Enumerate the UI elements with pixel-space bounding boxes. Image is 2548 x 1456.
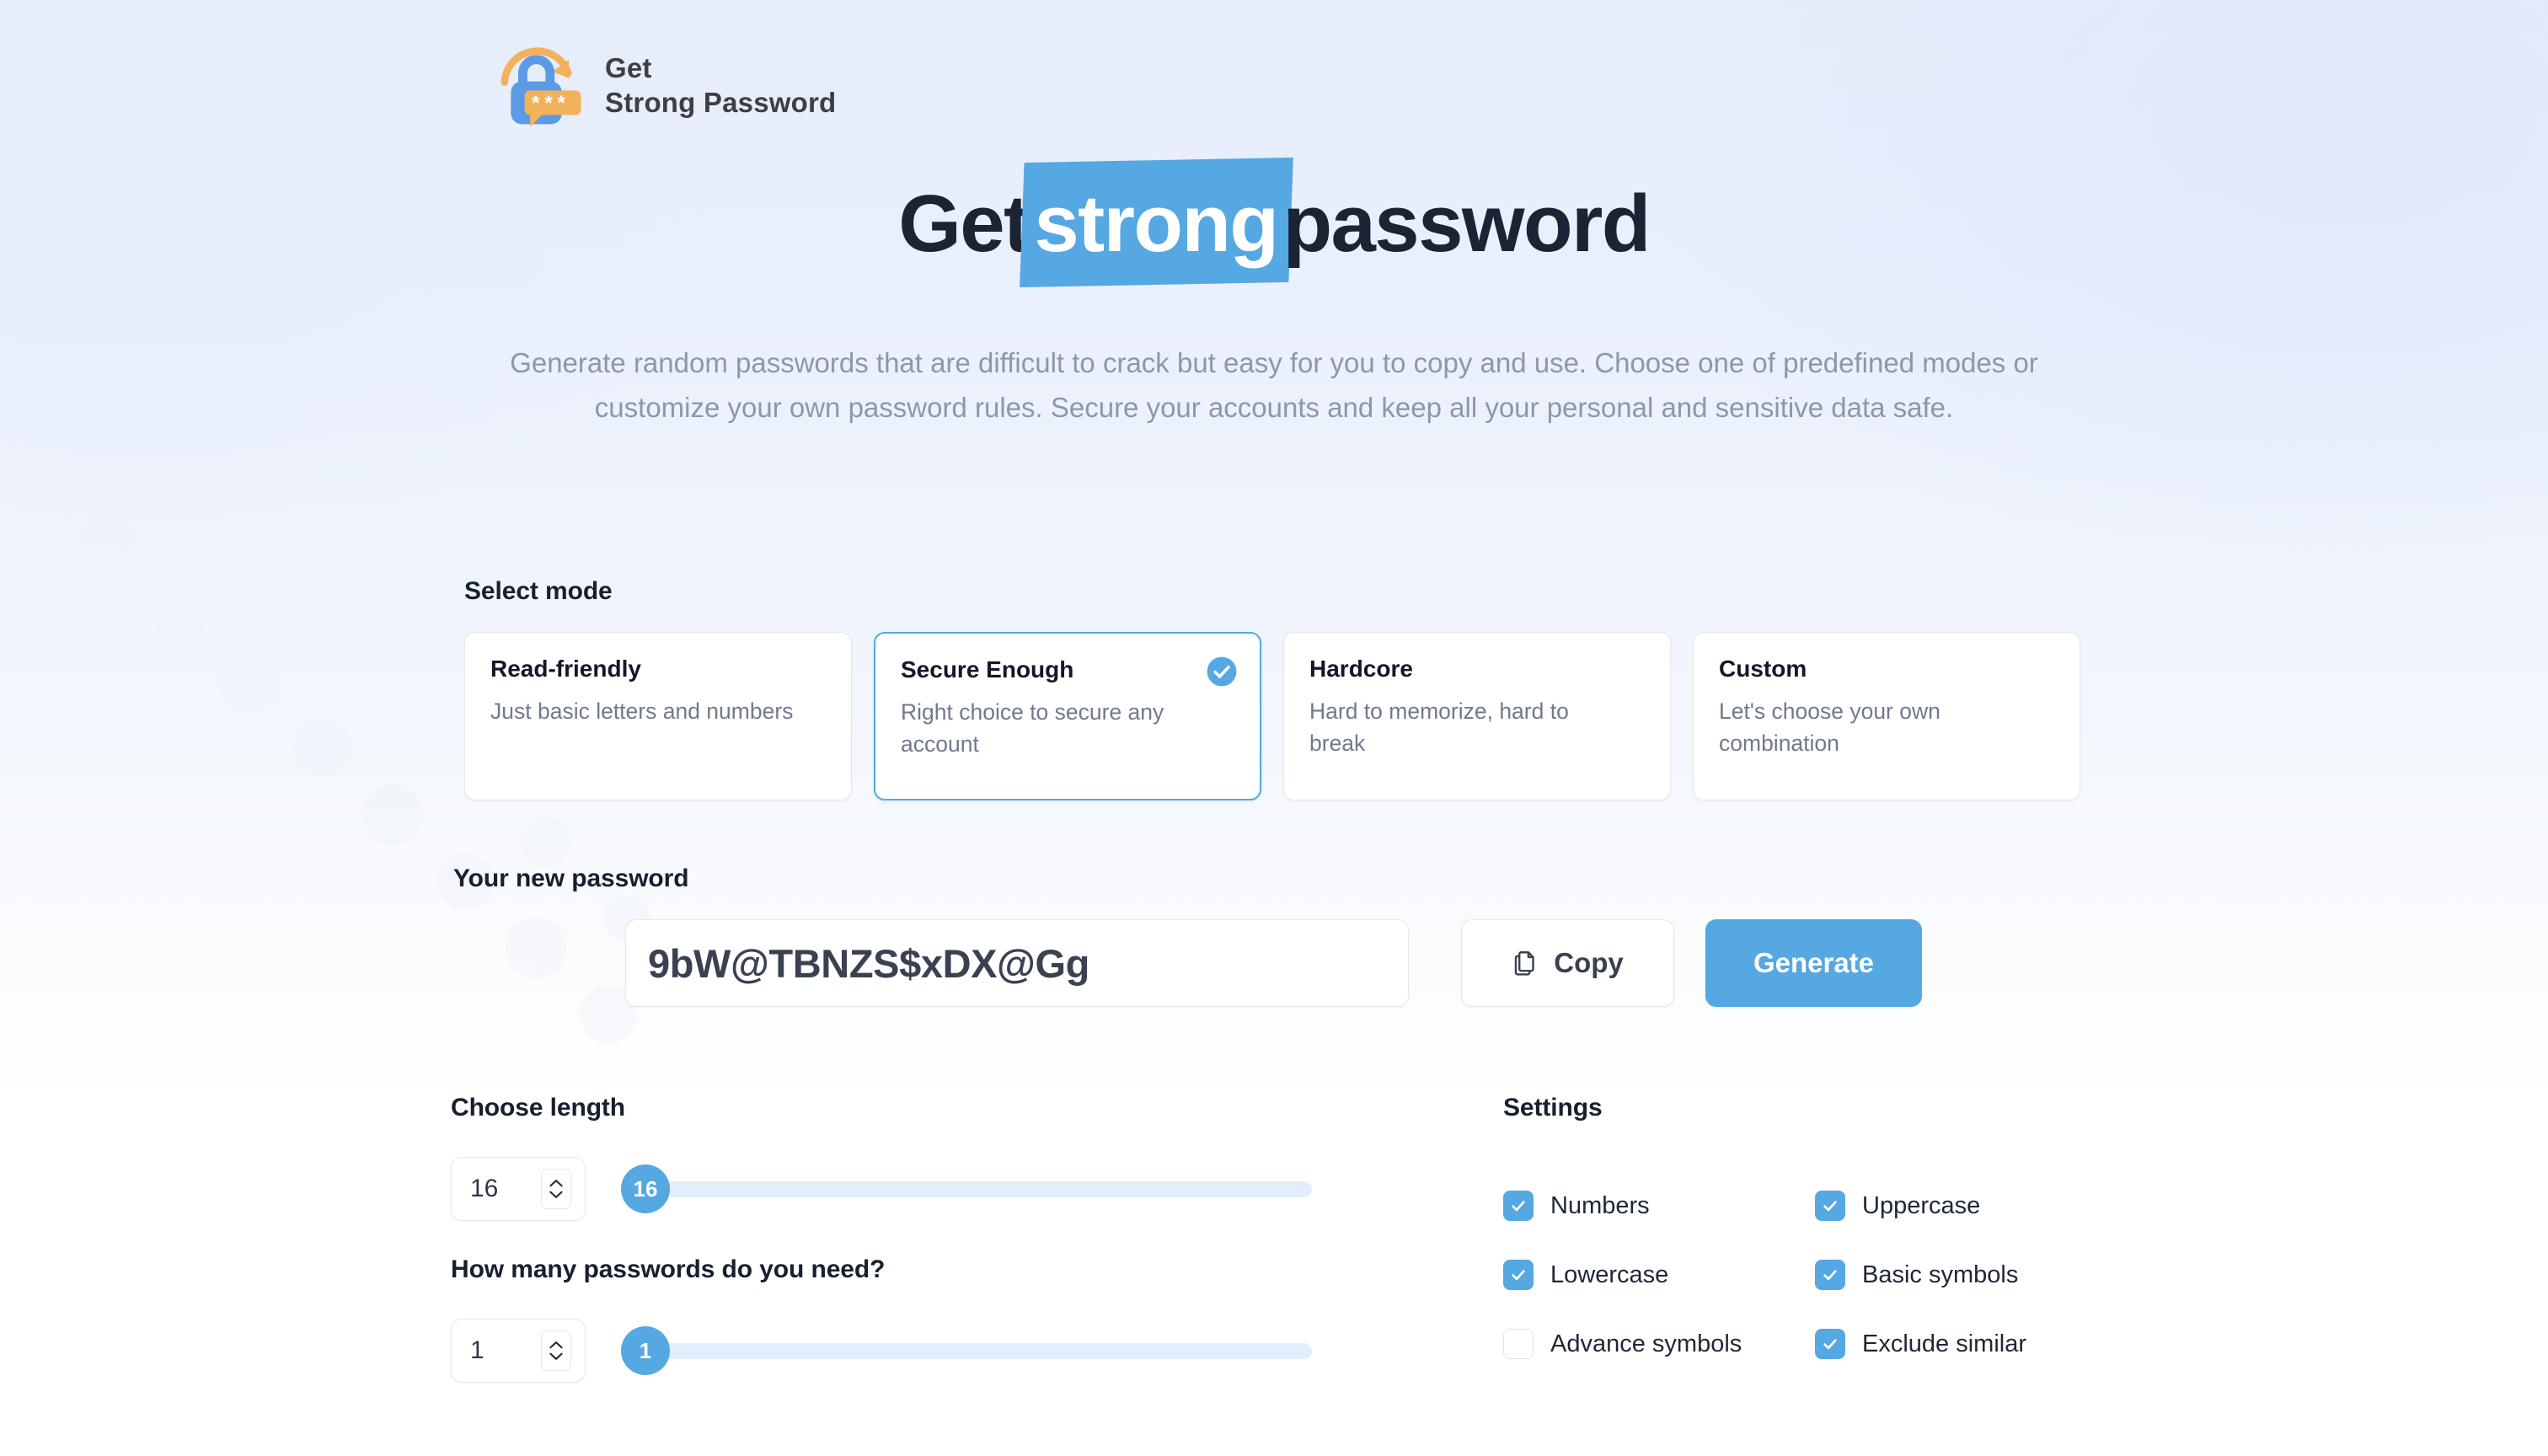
mode-card-list: Read-friendly Just basic letters and num… [464, 632, 2080, 800]
padlock-refresh-asterisks-icon: * * * [500, 47, 581, 127]
setting-exclude-similar[interactable]: Exclude similar [1815, 1329, 2127, 1359]
password-input[interactable]: 9bW@TBNZS$xDX@Gg [625, 919, 1409, 1007]
title-highlight: strong [1029, 184, 1282, 265]
select-mode-label: Select mode [464, 577, 613, 605]
check-icon [1512, 1201, 1525, 1212]
mode-description: Right choice to secure any account [901, 699, 1164, 757]
mode-name: Custom [1719, 656, 1807, 682]
password-generator-page: * * * Get Strong Password Getstrongpasswor… [0, 0, 2548, 1456]
count-slider-track[interactable] [640, 1342, 1312, 1359]
checkbox-advance-symbols[interactable] [1503, 1329, 1534, 1359]
count-control-row: 1 1 [451, 1319, 1312, 1383]
svg-text:*: * [532, 92, 540, 115]
logo-line-1: Get [605, 52, 652, 84]
mode-description: Let's choose your own combination [1719, 698, 1940, 756]
page-title: Getstrongpassword [0, 184, 2548, 265]
setting-label: Basic symbols [1862, 1261, 2019, 1288]
checkbox-lowercase[interactable] [1503, 1260, 1534, 1290]
checkbox-basic-symbols[interactable] [1815, 1260, 1845, 1290]
mode-name: Hardcore [1309, 656, 1413, 682]
svg-text:*: * [557, 92, 565, 115]
setting-label: Lowercase [1550, 1261, 1669, 1288]
check-icon [1823, 1201, 1837, 1212]
copy-button[interactable]: Copy [1461, 919, 1674, 1007]
chevron-up-icon[interactable] [549, 1179, 564, 1188]
chevron-down-icon[interactable] [549, 1352, 564, 1361]
length-number-input[interactable]: 16 [451, 1157, 586, 1221]
setting-lowercase[interactable]: Lowercase [1503, 1260, 1815, 1290]
setting-numbers[interactable]: Numbers [1503, 1191, 1815, 1221]
mode-card-secure-enough[interactable]: Secure Enough Right choice to secure any… [874, 632, 1261, 800]
check-circle-icon [1207, 656, 1237, 687]
site-logo[interactable]: * * * Get Strong Password [495, 40, 836, 131]
chevron-down-icon[interactable] [549, 1190, 564, 1199]
check-icon [1512, 1270, 1525, 1281]
your-new-password-label: Your new password [453, 864, 689, 892]
check-icon [1823, 1339, 1837, 1350]
count-number-input[interactable]: 1 [451, 1319, 586, 1383]
length-stepper[interactable] [541, 1169, 571, 1209]
chevron-up-icon[interactable] [549, 1341, 564, 1350]
mode-card-hardcore[interactable]: Hardcore Hard to memorize, hard to break [1283, 632, 1671, 800]
settings-checkbox-grid: Numbers Uppercase Lowercase Basic symbol… [1503, 1171, 2127, 1378]
svg-text:*: * [544, 92, 553, 115]
password-value: 9bW@TBNZS$xDX@Gg [648, 940, 1089, 986]
mode-card-custom[interactable]: Custom Let's choose your own combination [1693, 632, 2080, 800]
checkbox-uppercase[interactable] [1815, 1191, 1845, 1221]
copy-button-label: Copy [1554, 947, 1624, 978]
count-stepper[interactable] [541, 1330, 571, 1371]
choose-length-label: Choose length [451, 1094, 626, 1121]
count-slider-thumb[interactable]: 1 [621, 1326, 670, 1375]
setting-label: Exclude similar [1862, 1330, 2026, 1357]
copy-icon [1515, 951, 1534, 976]
generate-button[interactable]: Generate [1705, 919, 1922, 1007]
checkbox-numbers[interactable] [1503, 1191, 1534, 1221]
mode-name: Read-friendly [490, 656, 641, 682]
setting-basic-symbols[interactable]: Basic symbols [1815, 1260, 2127, 1290]
length-slider-track[interactable] [640, 1180, 1312, 1197]
length-slider[interactable]: 16 [621, 1157, 1312, 1221]
password-row: 9bW@TBNZS$xDX@Gg Copy Generate [625, 919, 1922, 1007]
page-description: Generate random passwords that are diffi… [510, 347, 2038, 424]
length-value: 16 [470, 1175, 499, 1202]
check-icon [1823, 1270, 1837, 1281]
title-prefix: Get [898, 179, 1030, 269]
mode-name: Secure Enough [901, 656, 1074, 682]
count-value: 1 [470, 1336, 484, 1364]
title-suffix: password [1282, 179, 1651, 269]
mode-card-read-friendly[interactable]: Read-friendly Just basic letters and num… [464, 632, 852, 800]
checkbox-exclude-similar[interactable] [1815, 1329, 1845, 1359]
length-slider-thumb[interactable]: 16 [621, 1164, 670, 1213]
setting-label: Uppercase [1862, 1191, 1981, 1219]
setting-label: Advance symbols [1550, 1330, 1742, 1357]
mode-description: Just basic letters and numbers [490, 698, 794, 724]
setting-label: Numbers [1550, 1191, 1650, 1219]
count-slider[interactable]: 1 [621, 1319, 1312, 1383]
length-control-row: 16 16 [451, 1157, 1312, 1221]
setting-advance-symbols[interactable]: Advance symbols [1503, 1329, 1815, 1359]
mode-description: Hard to memorize, hard to break [1309, 698, 1569, 756]
setting-uppercase[interactable]: Uppercase [1815, 1191, 2127, 1221]
settings-label: Settings [1503, 1094, 1603, 1121]
logo-wordmark: Get Strong Password [605, 51, 836, 120]
logo-line-2: Strong Password [605, 87, 837, 118]
password-count-label: How many passwords do you need? [451, 1255, 886, 1283]
